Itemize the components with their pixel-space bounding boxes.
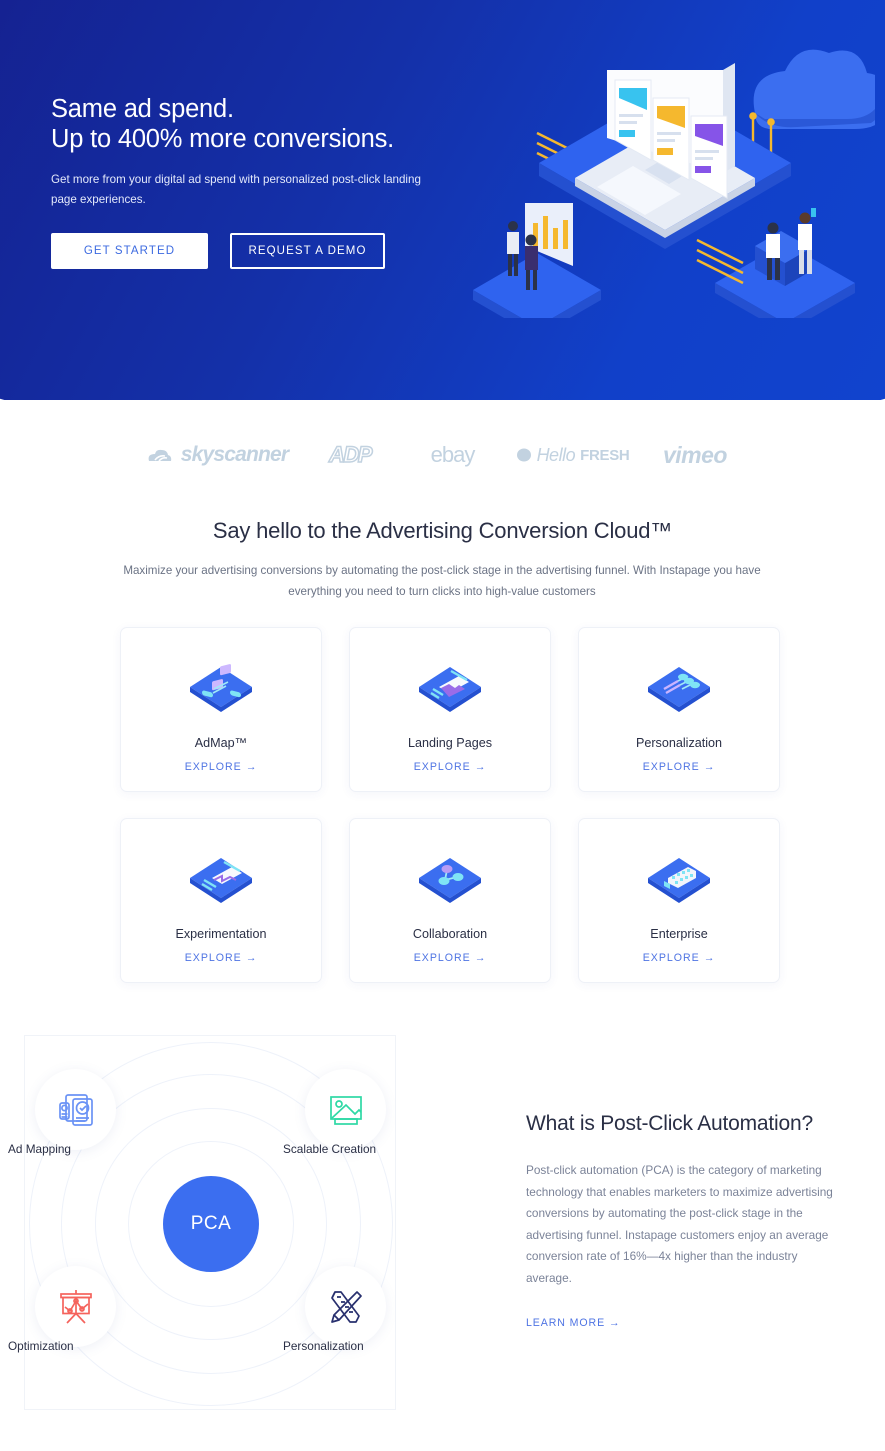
landing-pages-isometric-icon [413,655,487,725]
pca-node-ad-mapping[interactable] [35,1069,116,1150]
client-logo-bar: skyscanner ADP ebay Hello FRESH vimeo [0,432,885,478]
feature-card-label: Landing Pages [407,736,493,750]
hero-headline-line1: Same ad spend. [51,95,234,123]
feature-card-landing-pages[interactable]: Landing Pages EXPLORE → [349,627,551,792]
cloud-shape [753,49,885,129]
admap-isometric-icon [184,655,258,725]
logo-adp: ADP [328,441,373,468]
feature-card-label: Personalization [635,736,723,750]
explore-link[interactable]: EXPLORE → [643,952,716,964]
feature-card-label: Enterprise [650,927,708,941]
pca-label-ad-mapping: Ad Mapping [8,1142,71,1156]
logo-ebay: ebay [430,442,476,467]
scalable-creation-image-icon [329,1095,362,1125]
pca-label-personalization: Personalization [283,1339,364,1353]
pca-heading: What is Post-Click Automation? [526,1112,813,1135]
feature-card-label: AdMap™ [194,736,248,750]
optimization-presentation-chart-icon [59,1289,92,1324]
personalization-pencil-ruler-icon [330,1290,362,1323]
pca-center-badge: PCA [163,1176,259,1272]
experimentation-isometric-icon [184,846,258,916]
feature-card-collaboration[interactable]: Collaboration EXPLORE → [349,818,551,983]
explore-link[interactable]: EXPLORE → [414,952,487,964]
features-title: Say hello to the Advertising Conversion … [212,518,673,543]
explore-link[interactable]: EXPLORE → [414,761,487,773]
logo-hellofresh: Hello FRESH [503,445,643,466]
feature-card-row: Experimentation EXPLORE → Collaboration [120,818,780,983]
collaboration-isometric-icon [413,846,487,916]
learn-more-link[interactable]: LEARN MORE → [526,1317,856,1329]
feature-card-experimentation[interactable]: Experimentation EXPLORE → [120,818,322,983]
logo-skyscanner-label: skyscanner [180,443,289,466]
hero-button-group: GET STARTED REQUEST A DEMO [51,233,385,269]
get-started-button[interactable]: GET STARTED [51,233,208,269]
skyscanner-mark-icon [148,449,171,462]
ad-mapping-documents-icon [58,1093,93,1126]
pca-label-optimization: Optimization [8,1339,74,1353]
feature-card-label: Collaboration [412,927,488,941]
pca-node-scalable-creation[interactable] [305,1069,386,1150]
request-demo-button[interactable]: REQUEST A DEMO [230,233,385,269]
pca-text-block: What is Post-Click Automation? Post-clic… [526,1108,856,1329]
explore-link[interactable]: EXPLORE → [185,761,258,773]
logo-skyscanner: skyscanner [138,443,298,467]
explore-link[interactable]: EXPLORE → [643,761,716,773]
pca-label-scalable-creation: Scalable Creation [283,1142,377,1156]
hero-subtext: Get more from your digital ad spend with… [51,173,421,206]
feature-card-grid: AdMap™ EXPLORE → Landing Pages EXPLORE → [120,627,780,1009]
hero-illustration [455,18,885,337]
enterprise-isometric-icon [642,846,716,916]
pca-diagram: PCA [24,1035,396,1410]
feature-card-label: Experimentation [175,927,267,941]
pca-body-text: Post-click automation (PCA) is the categ… [526,1163,833,1285]
feature-card-row: AdMap™ EXPLORE → Landing Pages EXPLORE → [120,627,780,792]
feature-card-personalization[interactable]: Personalization EXPLORE → [578,627,780,792]
explore-link[interactable]: EXPLORE → [185,952,258,964]
logo-vimeo: vimeo [663,441,727,468]
hero-section: Same ad spend. Up to 400% more conversio… [0,0,885,400]
pca-node-personalization[interactable] [305,1266,386,1347]
logo-hellofresh-fresh: FRESH [580,446,630,464]
feature-card-enterprise[interactable]: Enterprise EXPLORE → [578,818,780,983]
feature-card-admap[interactable]: AdMap™ EXPLORE → [120,627,322,792]
personalization-isometric-icon [642,655,716,725]
landing-page: Same ad spend. Up to 400% more conversio… [0,0,885,1451]
hellofresh-mark-icon [516,448,531,462]
hero-headline-line2: Up to 400% more conversions. [51,125,395,153]
pca-node-optimization[interactable] [35,1266,116,1347]
features-subtitle: Maximize your advertising conversions by… [123,564,761,598]
logo-hellofresh-hello: Hello [536,444,576,465]
